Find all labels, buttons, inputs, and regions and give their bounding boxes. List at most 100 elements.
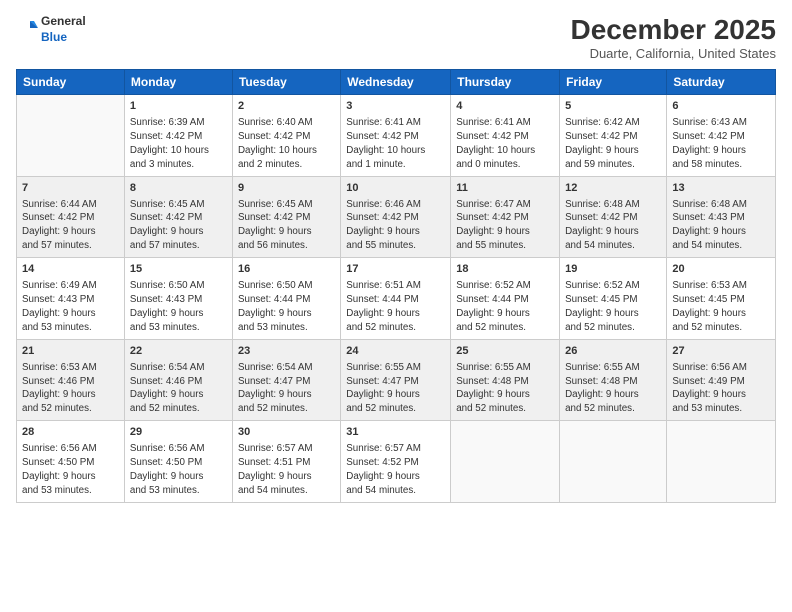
- day-info: Sunrise: 6:55 AMSunset: 4:48 PMDaylight:…: [565, 361, 661, 417]
- logo-blue: Blue: [41, 30, 86, 46]
- day-number: 14: [22, 262, 119, 278]
- calendar-cell: 7Sunrise: 6:44 AMSunset: 4:42 PMDaylight…: [17, 176, 125, 258]
- day-info: Sunrise: 6:46 AMSunset: 4:42 PMDaylight:…: [346, 198, 445, 254]
- day-info: Sunrise: 6:50 AMSunset: 4:44 PMDaylight:…: [238, 279, 335, 335]
- day-info: Sunrise: 6:41 AMSunset: 4:42 PMDaylight:…: [456, 116, 554, 172]
- calendar-cell: 3Sunrise: 6:41 AMSunset: 4:42 PMDaylight…: [341, 95, 451, 177]
- calendar-cell: 21Sunrise: 6:53 AMSunset: 4:46 PMDayligh…: [17, 339, 125, 421]
- calendar-cell: [560, 421, 667, 503]
- calendar-table: Sunday Monday Tuesday Wednesday Thursday…: [16, 69, 776, 503]
- month-title: December 2025: [571, 14, 776, 46]
- calendar-cell: 12Sunrise: 6:48 AMSunset: 4:42 PMDayligh…: [560, 176, 667, 258]
- calendar-week-row: 28Sunrise: 6:56 AMSunset: 4:50 PMDayligh…: [17, 421, 776, 503]
- day-number: 10: [346, 181, 445, 197]
- header-wednesday: Wednesday: [341, 70, 451, 95]
- header-saturday: Saturday: [667, 70, 776, 95]
- day-info: Sunrise: 6:48 AMSunset: 4:43 PMDaylight:…: [672, 198, 770, 254]
- day-info: Sunrise: 6:39 AMSunset: 4:42 PMDaylight:…: [130, 116, 227, 172]
- day-info: Sunrise: 6:52 AMSunset: 4:44 PMDaylight:…: [456, 279, 554, 335]
- day-info: Sunrise: 6:55 AMSunset: 4:48 PMDaylight:…: [456, 361, 554, 417]
- calendar-cell: 22Sunrise: 6:54 AMSunset: 4:46 PMDayligh…: [124, 339, 232, 421]
- calendar-cell: 13Sunrise: 6:48 AMSunset: 4:43 PMDayligh…: [667, 176, 776, 258]
- header-thursday: Thursday: [451, 70, 560, 95]
- day-number: 22: [130, 344, 227, 360]
- calendar-cell: 28Sunrise: 6:56 AMSunset: 4:50 PMDayligh…: [17, 421, 125, 503]
- day-info: Sunrise: 6:56 AMSunset: 4:50 PMDaylight:…: [22, 442, 119, 498]
- day-info: Sunrise: 6:53 AMSunset: 4:45 PMDaylight:…: [672, 279, 770, 335]
- day-number: 25: [456, 344, 554, 360]
- day-info: Sunrise: 6:48 AMSunset: 4:42 PMDaylight:…: [565, 198, 661, 254]
- calendar-cell: [17, 95, 125, 177]
- header-monday: Monday: [124, 70, 232, 95]
- calendar-cell: 14Sunrise: 6:49 AMSunset: 4:43 PMDayligh…: [17, 258, 125, 340]
- logo-general: General: [41, 14, 86, 30]
- calendar-cell: 1Sunrise: 6:39 AMSunset: 4:42 PMDaylight…: [124, 95, 232, 177]
- day-number: 6: [672, 99, 770, 115]
- calendar-week-row: 21Sunrise: 6:53 AMSunset: 4:46 PMDayligh…: [17, 339, 776, 421]
- day-info: Sunrise: 6:54 AMSunset: 4:46 PMDaylight:…: [130, 361, 227, 417]
- day-info: Sunrise: 6:52 AMSunset: 4:45 PMDaylight:…: [565, 279, 661, 335]
- calendar-cell: 15Sunrise: 6:50 AMSunset: 4:43 PMDayligh…: [124, 258, 232, 340]
- day-info: Sunrise: 6:51 AMSunset: 4:44 PMDaylight:…: [346, 279, 445, 335]
- calendar-cell: 20Sunrise: 6:53 AMSunset: 4:45 PMDayligh…: [667, 258, 776, 340]
- day-info: Sunrise: 6:56 AMSunset: 4:49 PMDaylight:…: [672, 361, 770, 417]
- logo-svg-icon: [16, 19, 38, 41]
- calendar-cell: 31Sunrise: 6:57 AMSunset: 4:52 PMDayligh…: [341, 421, 451, 503]
- logo: General Blue: [16, 14, 86, 45]
- day-info: Sunrise: 6:40 AMSunset: 4:42 PMDaylight:…: [238, 116, 335, 172]
- day-number: 7: [22, 181, 119, 197]
- day-info: Sunrise: 6:45 AMSunset: 4:42 PMDaylight:…: [130, 198, 227, 254]
- day-number: 24: [346, 344, 445, 360]
- day-info: Sunrise: 6:45 AMSunset: 4:42 PMDaylight:…: [238, 198, 335, 254]
- day-info: Sunrise: 6:49 AMSunset: 4:43 PMDaylight:…: [22, 279, 119, 335]
- calendar-cell: 27Sunrise: 6:56 AMSunset: 4:49 PMDayligh…: [667, 339, 776, 421]
- day-info: Sunrise: 6:55 AMSunset: 4:47 PMDaylight:…: [346, 361, 445, 417]
- calendar-cell: 4Sunrise: 6:41 AMSunset: 4:42 PMDaylight…: [451, 95, 560, 177]
- calendar-header-row: Sunday Monday Tuesday Wednesday Thursday…: [17, 70, 776, 95]
- day-number: 17: [346, 262, 445, 278]
- calendar-cell: 24Sunrise: 6:55 AMSunset: 4:47 PMDayligh…: [341, 339, 451, 421]
- page-container: General Blue December 2025 Duarte, Calif…: [0, 0, 792, 612]
- calendar-cell: 23Sunrise: 6:54 AMSunset: 4:47 PMDayligh…: [232, 339, 340, 421]
- day-number: 13: [672, 181, 770, 197]
- day-number: 12: [565, 181, 661, 197]
- calendar-cell: [667, 421, 776, 503]
- calendar-cell: 19Sunrise: 6:52 AMSunset: 4:45 PMDayligh…: [560, 258, 667, 340]
- day-number: 30: [238, 425, 335, 441]
- day-info: Sunrise: 6:43 AMSunset: 4:42 PMDaylight:…: [672, 116, 770, 172]
- day-number: 8: [130, 181, 227, 197]
- day-info: Sunrise: 6:50 AMSunset: 4:43 PMDaylight:…: [130, 279, 227, 335]
- title-area: December 2025 Duarte, California, United…: [571, 14, 776, 61]
- header-sunday: Sunday: [17, 70, 125, 95]
- day-number: 28: [22, 425, 119, 441]
- day-number: 18: [456, 262, 554, 278]
- calendar-cell: 5Sunrise: 6:42 AMSunset: 4:42 PMDaylight…: [560, 95, 667, 177]
- day-number: 9: [238, 181, 335, 197]
- day-number: 27: [672, 344, 770, 360]
- calendar-cell: 10Sunrise: 6:46 AMSunset: 4:42 PMDayligh…: [341, 176, 451, 258]
- calendar-week-row: 14Sunrise: 6:49 AMSunset: 4:43 PMDayligh…: [17, 258, 776, 340]
- day-number: 4: [456, 99, 554, 115]
- day-info: Sunrise: 6:53 AMSunset: 4:46 PMDaylight:…: [22, 361, 119, 417]
- day-number: 29: [130, 425, 227, 441]
- day-number: 19: [565, 262, 661, 278]
- calendar-cell: 9Sunrise: 6:45 AMSunset: 4:42 PMDaylight…: [232, 176, 340, 258]
- day-info: Sunrise: 6:44 AMSunset: 4:42 PMDaylight:…: [22, 198, 119, 254]
- day-number: 3: [346, 99, 445, 115]
- calendar-week-row: 7Sunrise: 6:44 AMSunset: 4:42 PMDaylight…: [17, 176, 776, 258]
- calendar-cell: 18Sunrise: 6:52 AMSunset: 4:44 PMDayligh…: [451, 258, 560, 340]
- calendar-cell: 11Sunrise: 6:47 AMSunset: 4:42 PMDayligh…: [451, 176, 560, 258]
- day-info: Sunrise: 6:57 AMSunset: 4:52 PMDaylight:…: [346, 442, 445, 498]
- day-number: 1: [130, 99, 227, 115]
- calendar-cell: 29Sunrise: 6:56 AMSunset: 4:50 PMDayligh…: [124, 421, 232, 503]
- day-number: 26: [565, 344, 661, 360]
- day-info: Sunrise: 6:42 AMSunset: 4:42 PMDaylight:…: [565, 116, 661, 172]
- calendar-cell: 25Sunrise: 6:55 AMSunset: 4:48 PMDayligh…: [451, 339, 560, 421]
- header-tuesday: Tuesday: [232, 70, 340, 95]
- calendar-cell: [451, 421, 560, 503]
- day-info: Sunrise: 6:56 AMSunset: 4:50 PMDaylight:…: [130, 442, 227, 498]
- day-number: 20: [672, 262, 770, 278]
- day-info: Sunrise: 6:47 AMSunset: 4:42 PMDaylight:…: [456, 198, 554, 254]
- day-number: 11: [456, 181, 554, 197]
- calendar-cell: 26Sunrise: 6:55 AMSunset: 4:48 PMDayligh…: [560, 339, 667, 421]
